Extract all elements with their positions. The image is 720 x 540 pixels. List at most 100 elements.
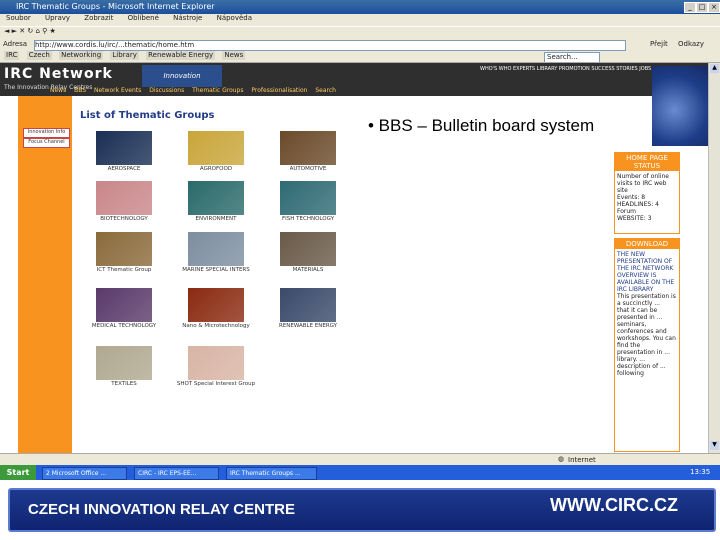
- thematic-group-label[interactable]: MARINE SPECIAL INTERS: [174, 267, 258, 273]
- home-page-status-panel: HOME PAGE STATUS Number of online visits…: [614, 152, 680, 234]
- thematic-group-label[interactable]: Nano & Microtechnology: [174, 323, 258, 329]
- menu-bar: Soubor Úpravy Zobrazit Oblíbené Nástroje…: [0, 14, 720, 26]
- thematic-group-label[interactable]: TEXTILES: [82, 381, 166, 387]
- thematic-group-thumbnail[interactable]: [188, 288, 244, 322]
- thematic-group-thumbnail[interactable]: [280, 181, 336, 215]
- top-nav[interactable]: WHO'S WHO EXPERTS LIBRARY PROMOTION SUCC…: [480, 66, 666, 72]
- zone-label: Internet: [568, 456, 596, 464]
- thematic-group-thumbnail[interactable]: [280, 232, 336, 266]
- thematic-group-thumbnail[interactable]: [96, 181, 152, 215]
- footer: CZECH INNOVATION RELAY CENTRE WWW.CIRC.C…: [0, 480, 720, 540]
- close-button[interactable]: ×: [708, 2, 720, 13]
- thematic-group-label[interactable]: AUTOMOTIVE: [266, 166, 350, 172]
- taskbar-item[interactable]: CIRC - IRC EPS-EE...: [134, 467, 219, 480]
- address-input[interactable]: http://www.cordis.lu/irc/...thematic/hom…: [34, 40, 626, 51]
- thematic-group-label[interactable]: ENVIRONMENT: [174, 216, 258, 222]
- menu-item-edit[interactable]: Úpravy: [45, 14, 70, 22]
- back-icon[interactable]: ◄: [4, 27, 9, 35]
- thematic-group-label[interactable]: FISH TECHNOLOGY: [266, 216, 350, 222]
- panel2-line: that it can be presented in ... seminars…: [617, 307, 676, 363]
- go-button[interactable]: Přejít: [650, 40, 668, 49]
- subnav-bbs[interactable]: BBS: [74, 87, 86, 94]
- panel1-line[interactable]: WEBSITE: 3: [617, 215, 677, 222]
- subnav-network-events[interactable]: Network Events: [94, 87, 141, 94]
- footer-website: WWW.CIRC.CZ: [550, 495, 678, 515]
- internet-zone-icon: ◍: [558, 455, 565, 463]
- thematic-group-thumbnail[interactable]: [188, 232, 244, 266]
- list-title: List of Thematic Groups: [80, 110, 215, 121]
- download-panel: DOWNLOAD THE NEW PRESENTATION OF THE IRC…: [614, 238, 680, 452]
- panel2-line: description of ... following: [617, 363, 666, 377]
- sub-nav: News BBS Network Events Discussions Them…: [50, 87, 342, 94]
- link-news[interactable]: News: [222, 51, 246, 60]
- download-header: DOWNLOAD: [615, 239, 679, 249]
- subnav-professionalisation[interactable]: Professionalisation: [251, 87, 307, 94]
- window-title: IRC Thematic Groups - Microsoft Internet…: [16, 2, 215, 11]
- scroll-up-icon[interactable]: ▲: [710, 64, 719, 73]
- menu-item-help[interactable]: Nápověda: [217, 14, 252, 22]
- menu-item-tools[interactable]: Nástroje: [173, 14, 202, 22]
- links-label[interactable]: Odkazy: [678, 40, 704, 49]
- thematic-group-thumbnail[interactable]: [280, 131, 336, 165]
- panel1-line: Events: 8: [617, 194, 646, 201]
- address-bar: Adresa http://www.cordis.lu/irc/...thema…: [0, 38, 720, 51]
- thematic-group-label[interactable]: SHOT Special Interest Group: [174, 381, 258, 387]
- stop-icon[interactable]: ✕: [19, 27, 25, 35]
- thematic-group-label[interactable]: MATERIALS: [266, 267, 350, 273]
- thematic-group-label[interactable]: AGROFOOD: [174, 166, 258, 172]
- thematic-group-thumbnail[interactable]: [188, 346, 244, 380]
- focus-channel-button[interactable]: Focus Channel: [23, 138, 70, 148]
- forward-icon[interactable]: ►: [12, 27, 17, 35]
- innovation-info-button[interactable]: Innovation Info: [23, 128, 70, 138]
- thematic-group-thumbnail[interactable]: [280, 288, 336, 322]
- innovation-badge: Innovation: [142, 65, 222, 87]
- favorites-icon[interactable]: ★: [50, 27, 56, 35]
- subnav-thematic-groups[interactable]: Thematic Groups: [192, 87, 243, 94]
- footer-banner: CZECH INNOVATION RELAY CENTRE WWW.CIRC.C…: [8, 488, 716, 532]
- start-button[interactable]: Start: [0, 465, 36, 480]
- thematic-group-thumbnail[interactable]: [96, 346, 152, 380]
- thematic-group-label[interactable]: RENEWABLE ENERGY: [266, 323, 350, 329]
- subnav-search[interactable]: Search: [315, 87, 336, 94]
- thematic-group-label[interactable]: BIOTECHNOLOGY: [82, 216, 166, 222]
- thematic-group-label[interactable]: AEROSPACE: [82, 166, 166, 172]
- menu-item-file[interactable]: Soubor: [6, 14, 31, 22]
- scroll-down-icon[interactable]: ▼: [710, 441, 719, 450]
- links-bar: IRC Czech Networking Library Renewable E…: [0, 51, 720, 63]
- vertical-scrollbar[interactable]: ▲ ▼: [708, 63, 720, 455]
- thematic-group-label[interactable]: ICT Thematic Group: [82, 267, 166, 273]
- link-renewable-energy[interactable]: Renewable Energy: [146, 51, 216, 60]
- irc-header: IRC Network The Innovation Relay Centres…: [0, 63, 710, 96]
- home-icon[interactable]: ⌂: [35, 27, 39, 35]
- search-icon[interactable]: ⚲: [42, 27, 47, 35]
- thematic-group-thumbnail[interactable]: [96, 131, 152, 165]
- thematic-group-thumbnail[interactable]: [96, 288, 152, 322]
- irc-logo[interactable]: IRC Network: [4, 66, 113, 82]
- slide-bullet: • BBS – Bulletin board system: [368, 116, 595, 135]
- link-czech[interactable]: Czech: [26, 51, 52, 60]
- thematic-group-thumbnail[interactable]: [188, 131, 244, 165]
- europe-map-image: [652, 66, 708, 146]
- link-library[interactable]: Library: [110, 51, 139, 60]
- link-irc[interactable]: IRC: [4, 51, 20, 60]
- maximize-button[interactable]: □: [696, 2, 708, 13]
- taskbar-item[interactable]: 2 Microsoft Office ...: [42, 467, 127, 480]
- thematic-group-thumbnail[interactable]: [188, 181, 244, 215]
- taskbar-item[interactable]: IRC Thematic Groups ...: [226, 467, 317, 480]
- thematic-group-label[interactable]: MEDICAL TECHNOLOGY: [82, 323, 166, 329]
- toolbar: ◄ ► ✕ ↻ ⌂ ⚲ ★: [0, 26, 720, 38]
- minimize-button[interactable]: _: [684, 2, 696, 13]
- thematic-group-thumbnail[interactable]: [96, 232, 152, 266]
- menu-item-favorites[interactable]: Oblíbené: [128, 14, 159, 22]
- panel2-line[interactable]: THE NEW PRESENTATION OF THE IRC NETWORK …: [617, 251, 677, 293]
- link-networking[interactable]: Networking: [59, 51, 104, 60]
- panel1-line[interactable]: HEADLINES: 4: [617, 201, 677, 208]
- status-bar: ◍ Internet: [0, 453, 720, 465]
- menu-item-view[interactable]: Zobrazit: [84, 14, 113, 22]
- refresh-icon[interactable]: ↻: [27, 27, 33, 35]
- subnav-discussions[interactable]: Discussions: [149, 87, 184, 94]
- subnav-news[interactable]: News: [50, 87, 66, 94]
- panel1-line[interactable]: Forum: [617, 208, 677, 215]
- home-page-status-header: HOME PAGE STATUS: [615, 153, 679, 171]
- search-field[interactable]: Search...: [544, 52, 600, 62]
